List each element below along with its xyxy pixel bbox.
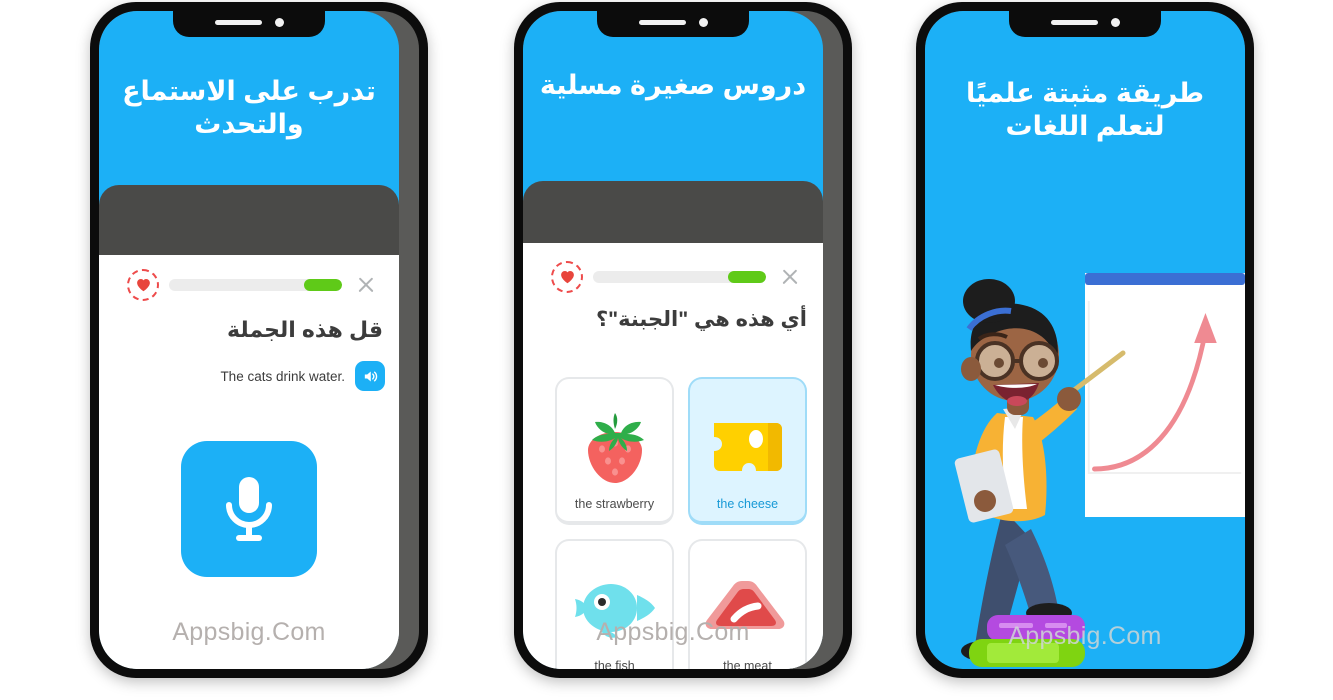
- fish-icon: [574, 584, 655, 638]
- lesson-prompt: قل هذه الجملة: [227, 317, 383, 342]
- choice-grid: the strawberry the cheese the fish the m…: [555, 377, 807, 669]
- hero-line-1: دروس صغيرة مسلية: [539, 70, 807, 100]
- meat-icon: [705, 581, 784, 629]
- tile-label: the meat: [723, 659, 772, 669]
- lesson-progress-fill: [727, 271, 766, 283]
- microphone-icon: [226, 477, 272, 541]
- lesson-progress-bar: [169, 279, 342, 291]
- phone-scientific-method: طريقة مثبتة علميًا لتعلم اللغات Appsbig.…: [916, 2, 1254, 678]
- choice-tile-cheese[interactable]: the cheese: [688, 377, 807, 525]
- phone-bezel: تدرب على الاستماع والتحدث قل هذه الجملة …: [99, 11, 419, 669]
- tile-label: the fish: [594, 659, 635, 669]
- phone-bezel: طريقة مثبتة علميًا لتعلم اللغات Appsbig.…: [925, 11, 1245, 669]
- hero-line-2: والتحدث: [194, 108, 304, 139]
- sentence-row: The cats drink water.: [133, 361, 385, 391]
- hero-headline: دروس صغيرة مسلية: [523, 69, 823, 102]
- phone-notch: [597, 11, 749, 37]
- close-icon[interactable]: [356, 276, 375, 295]
- heart-icon: [560, 271, 574, 284]
- lesson-topbar: [117, 255, 399, 301]
- lesson-card: أي هذه هي "الجبنة"؟ the strawberry the c…: [541, 249, 823, 669]
- lesson-progress-fill: [303, 279, 342, 291]
- phone-fun-lessons: دروس صغيرة مسلية أي هذه هي "الجبنة"؟ the…: [514, 2, 852, 678]
- phone-bezel: دروس صغيرة مسلية أي هذه هي "الجبنة"؟ the…: [523, 11, 843, 669]
- ear: [961, 357, 981, 381]
- hearts-indicator[interactable]: [551, 261, 583, 293]
- lesson-card: قل هذه الجملة The cats drink water.: [117, 255, 399, 669]
- lesson-prompt: أي هذه هي "الجبنة"؟: [595, 308, 807, 331]
- phone-screen: دروس صغيرة مسلية أي هذه هي "الجبنة"؟ the…: [523, 11, 823, 669]
- phone-notch: [1009, 11, 1161, 37]
- tile-art: [578, 395, 652, 497]
- phone-screen: تدرب على الاستماع والتحدث قل هذه الجملة …: [99, 11, 399, 669]
- earpiece-speaker-icon: [1050, 19, 1098, 25]
- hero-line-1: طريقة مثبتة علميًا: [965, 78, 1205, 108]
- screenshot-root: تدرب على الاستماع والتحدث قل هذه الجملة …: [0, 0, 1333, 700]
- hero-line-2: لتعلم اللغات: [1005, 110, 1165, 141]
- tile-art: [704, 557, 792, 659]
- choice-tile-strawberry[interactable]: the strawberry: [555, 377, 674, 525]
- hearts-indicator[interactable]: [127, 269, 159, 301]
- tongue: [1007, 396, 1027, 406]
- tile-label: the cheese: [716, 497, 779, 511]
- earpiece-speaker-icon: [214, 19, 262, 25]
- phone-notch: [173, 11, 325, 37]
- front-camera-icon: [698, 17, 708, 27]
- choice-tile-meat[interactable]: the meat: [688, 539, 807, 669]
- front-camera-icon: [1110, 17, 1120, 27]
- cheese-icon: [713, 423, 782, 471]
- close-icon[interactable]: [780, 268, 799, 287]
- heart-icon: [136, 279, 150, 292]
- earpiece-speaker-icon: [638, 19, 686, 25]
- hero-headline: طريقة مثبتة علميًا لتعلم اللغات: [925, 77, 1245, 143]
- strawberry-icon: [587, 413, 644, 483]
- front-camera-icon: [274, 17, 284, 27]
- speaker-icon: [364, 371, 377, 381]
- microphone-button[interactable]: [181, 441, 317, 577]
- speaker-button[interactable]: [355, 361, 385, 391]
- teacher-character-illustration: [954, 279, 1126, 667]
- hand-right: [1057, 387, 1081, 411]
- sentence-text: The cats drink water.: [220, 368, 345, 384]
- tile-art: [571, 557, 659, 659]
- choice-tile-fish[interactable]: the fish: [555, 539, 674, 669]
- hero-headline: تدرب على الاستماع والتحدث: [99, 75, 399, 141]
- lesson-progress-bar: [593, 271, 766, 283]
- tile-label: the strawberry: [574, 497, 655, 511]
- tile-art: [706, 395, 790, 497]
- phone-listen-speak: تدرب على الاستماع والتحدث قل هذه الجملة …: [90, 2, 428, 678]
- hero-line-1: تدرب على الاستماع: [122, 76, 376, 106]
- hand-left: [974, 490, 996, 512]
- lesson-topbar: [541, 249, 823, 293]
- phone-screen: طريقة مثبتة علميًا لتعلم اللغات Appsbig.…: [925, 11, 1245, 669]
